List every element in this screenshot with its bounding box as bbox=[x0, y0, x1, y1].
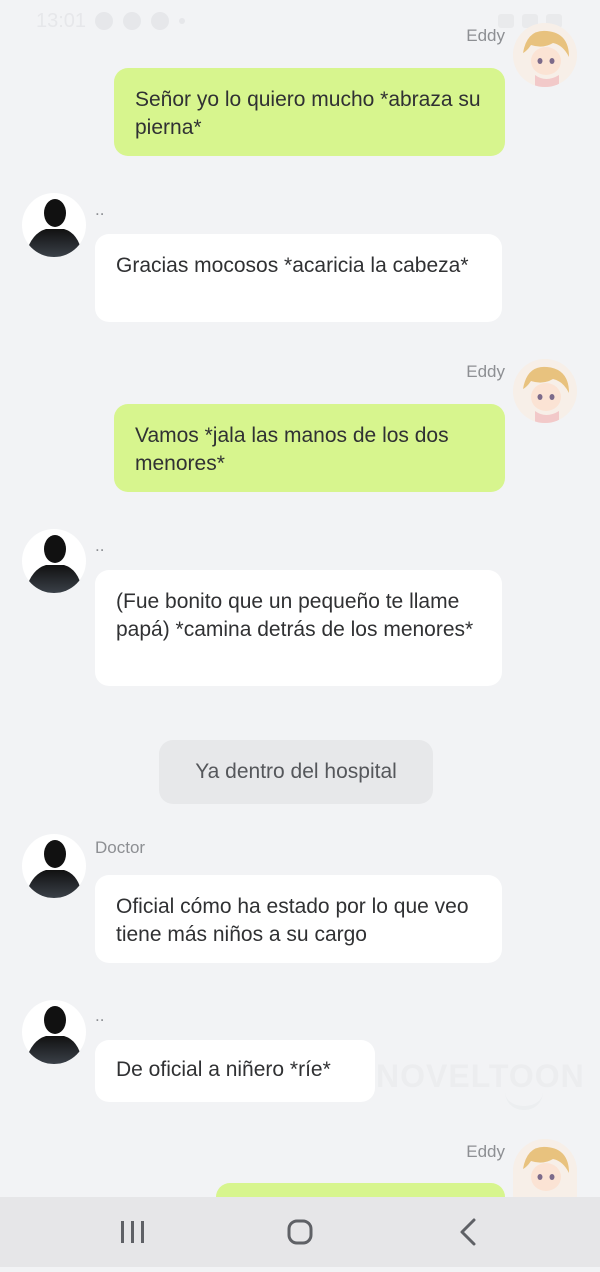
person-silhouette-icon bbox=[26, 840, 82, 898]
anime-avatar-icon bbox=[513, 23, 577, 87]
navigation-bar bbox=[0, 1197, 600, 1267]
narration-bubble[interactable]: Ya dentro del hospital bbox=[159, 740, 433, 804]
sender-name: Eddy bbox=[466, 26, 505, 45]
watermark-smile-icon bbox=[505, 1092, 543, 1110]
silhouette-avatar[interactable] bbox=[22, 529, 86, 593]
sender-name: .. bbox=[95, 536, 105, 555]
status-time: 13:01 bbox=[36, 10, 87, 32]
person-silhouette-icon bbox=[26, 535, 82, 593]
recent-apps-button[interactable] bbox=[93, 1197, 173, 1267]
eddy-avatar[interactable] bbox=[513, 359, 577, 423]
more-notifications-icon bbox=[179, 18, 185, 24]
home-icon bbox=[287, 1219, 313, 1245]
anime-avatar-icon bbox=[513, 1139, 577, 1197]
gallery-icon bbox=[123, 12, 141, 30]
back-button[interactable] bbox=[428, 1197, 508, 1267]
sender-name: Eddy bbox=[466, 362, 505, 381]
home-button[interactable] bbox=[260, 1197, 340, 1267]
message-bubble[interactable]: Gracias mocosos *acaricia la cabeza* bbox=[95, 234, 502, 322]
recent-apps-icon bbox=[121, 1221, 144, 1243]
message-bubble[interactable]: Vamos *jala las manos de los dos menores… bbox=[114, 404, 505, 492]
silhouette-avatar[interactable] bbox=[22, 834, 86, 898]
message-bubble[interactable]: De oficial a niñero *ríe* bbox=[95, 1040, 375, 1102]
messenger-icon bbox=[151, 12, 169, 30]
sender-name: .. bbox=[95, 200, 105, 219]
eddy-avatar[interactable] bbox=[513, 23, 577, 87]
message-bubble[interactable]: Oficial cómo ha estado por lo que veo ti… bbox=[95, 875, 502, 963]
message-bubble[interactable]: (Fue bonito que un pequeño te llame papá… bbox=[95, 570, 502, 686]
anime-avatar-icon bbox=[513, 359, 577, 423]
status-notification-icons bbox=[95, 12, 185, 30]
silhouette-avatar[interactable] bbox=[22, 1000, 86, 1064]
message-bubble[interactable] bbox=[216, 1183, 505, 1197]
back-icon bbox=[460, 1218, 476, 1246]
silhouette-avatar[interactable] bbox=[22, 193, 86, 257]
sender-name: .. bbox=[95, 1006, 105, 1025]
sender-name: Eddy bbox=[466, 1142, 505, 1161]
person-silhouette-icon bbox=[26, 199, 82, 257]
eddy-avatar[interactable] bbox=[513, 1139, 577, 1197]
message-bubble[interactable]: Señor yo lo quiero mucho *abraza su pier… bbox=[114, 68, 505, 156]
person-silhouette-icon bbox=[26, 1006, 82, 1064]
sender-name: Doctor bbox=[95, 838, 146, 857]
status-bar: 13:01 bbox=[0, 0, 600, 44]
noveltoon-watermark: NOVELTOON bbox=[376, 1058, 585, 1094]
whatsapp-icon bbox=[95, 12, 113, 30]
